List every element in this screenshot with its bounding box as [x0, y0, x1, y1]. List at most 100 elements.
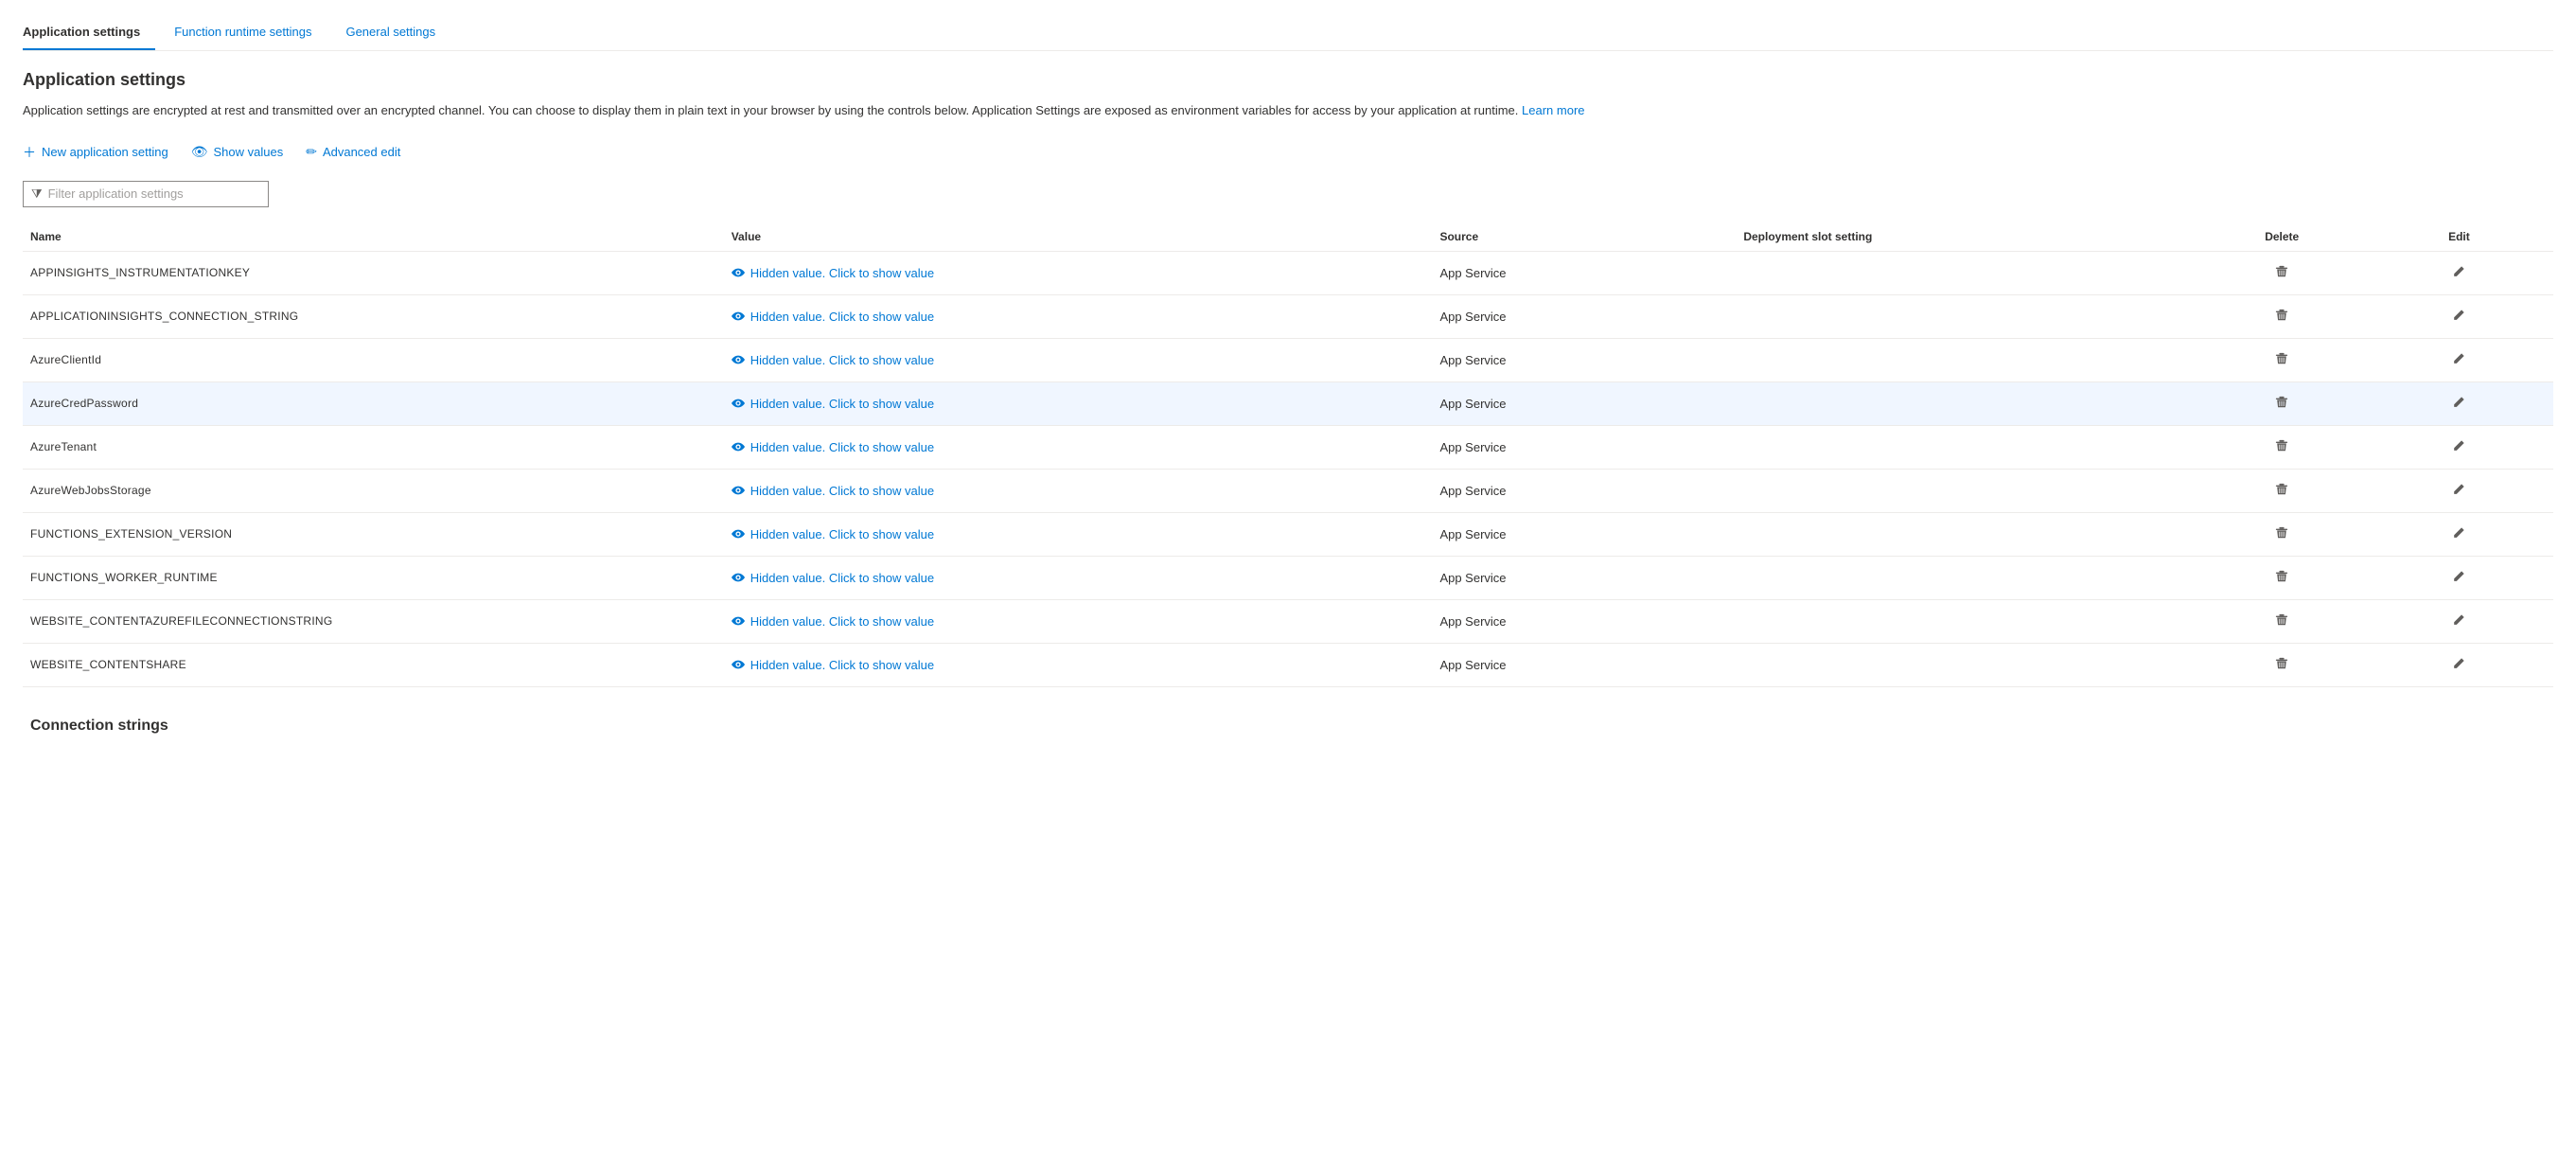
plus-icon: ＋	[23, 143, 36, 162]
setting-edit[interactable]	[2376, 643, 2553, 686]
delete-button[interactable]	[2269, 479, 2294, 503]
filter-icon: ⧩	[31, 186, 43, 202]
tab-general-settings[interactable]: General settings	[345, 15, 450, 50]
delete-button[interactable]	[2269, 610, 2294, 633]
edit-button[interactable]	[2446, 523, 2471, 546]
setting-name: AzureWebJobsStorage	[23, 469, 732, 512]
setting-source: App Service	[1439, 643, 1743, 686]
show-value-link[interactable]: Hidden value. Click to show value	[732, 614, 1429, 629]
delete-button[interactable]	[2269, 261, 2294, 285]
filter-container: ⧩	[23, 181, 2553, 207]
setting-name: AzureTenant	[23, 425, 732, 469]
edit-pencil-icon	[2452, 439, 2465, 452]
advanced-edit-button[interactable]: ✏ Advanced edit	[306, 140, 400, 164]
edit-pencil-icon	[2452, 309, 2465, 322]
tab-function-runtime-settings[interactable]: Function runtime settings	[174, 15, 326, 50]
table-row: AzureWebJobsStorage Hidden value. Click …	[23, 469, 2553, 512]
show-value-link[interactable]: Hidden value. Click to show value	[732, 440, 1429, 454]
eye-icon	[732, 658, 745, 671]
learn-more-link[interactable]: Learn more	[1522, 103, 1584, 117]
setting-edit[interactable]	[2376, 251, 2553, 294]
setting-slot	[1743, 643, 2198, 686]
filter-input-wrapper: ⧩	[23, 181, 269, 207]
connection-strings-header: Connection strings	[23, 710, 2553, 738]
setting-source: App Service	[1439, 469, 1743, 512]
trash-icon	[2275, 613, 2288, 627]
delete-button[interactable]	[2269, 435, 2294, 459]
show-value-link[interactable]: Hidden value. Click to show value	[732, 397, 1429, 411]
delete-button[interactable]	[2269, 653, 2294, 677]
trash-icon	[2275, 570, 2288, 583]
setting-edit[interactable]	[2376, 469, 2553, 512]
setting-edit[interactable]	[2376, 338, 2553, 381]
setting-delete[interactable]	[2199, 425, 2376, 469]
setting-edit[interactable]	[2376, 294, 2553, 338]
edit-button[interactable]	[2446, 566, 2471, 590]
setting-value[interactable]: Hidden value. Click to show value	[732, 425, 1440, 469]
delete-button[interactable]	[2269, 392, 2294, 416]
setting-delete[interactable]	[2199, 556, 2376, 599]
setting-slot	[1743, 381, 2198, 425]
show-value-link[interactable]: Hidden value. Click to show value	[732, 571, 1429, 585]
delete-button[interactable]	[2269, 305, 2294, 328]
eye-icon	[732, 266, 745, 279]
setting-delete[interactable]	[2199, 469, 2376, 512]
show-value-link[interactable]: Hidden value. Click to show value	[732, 484, 1429, 498]
show-value-link[interactable]: Hidden value. Click to show value	[732, 353, 1429, 367]
setting-delete[interactable]	[2199, 294, 2376, 338]
setting-value[interactable]: Hidden value. Click to show value	[732, 294, 1440, 338]
setting-slot	[1743, 556, 2198, 599]
table-row: FUNCTIONS_WORKER_RUNTIME Hidden value. C…	[23, 556, 2553, 599]
setting-delete[interactable]	[2199, 512, 2376, 556]
show-value-link[interactable]: Hidden value. Click to show value	[732, 310, 1429, 324]
edit-button[interactable]	[2446, 653, 2471, 677]
setting-value[interactable]: Hidden value. Click to show value	[732, 251, 1440, 294]
setting-edit[interactable]	[2376, 512, 2553, 556]
show-value-link[interactable]: Hidden value. Click to show value	[732, 266, 1429, 280]
setting-edit[interactable]	[2376, 599, 2553, 643]
setting-delete[interactable]	[2199, 643, 2376, 686]
show-values-button[interactable]: 👁 Show values	[191, 140, 284, 164]
setting-slot	[1743, 338, 2198, 381]
setting-value[interactable]: Hidden value. Click to show value	[732, 512, 1440, 556]
setting-value[interactable]: Hidden value. Click to show value	[732, 469, 1440, 512]
setting-delete[interactable]	[2199, 599, 2376, 643]
edit-button[interactable]	[2446, 479, 2471, 503]
page-title: Application settings	[23, 70, 2553, 90]
setting-value[interactable]: Hidden value. Click to show value	[732, 599, 1440, 643]
edit-button[interactable]	[2446, 610, 2471, 633]
table-row: APPINSIGHTS_INSTRUMENTATIONKEY Hidden va…	[23, 251, 2553, 294]
delete-button[interactable]	[2269, 566, 2294, 590]
show-value-link[interactable]: Hidden value. Click to show value	[732, 658, 1429, 672]
setting-value[interactable]: Hidden value. Click to show value	[732, 338, 1440, 381]
setting-name: WEBSITE_CONTENTAZUREFILECONNECTIONSTRING	[23, 599, 732, 643]
setting-delete[interactable]	[2199, 251, 2376, 294]
setting-edit[interactable]	[2376, 381, 2553, 425]
eye-icon: 👁	[191, 144, 208, 160]
setting-delete[interactable]	[2199, 381, 2376, 425]
setting-value[interactable]: Hidden value. Click to show value	[732, 381, 1440, 425]
edit-pencil-icon	[2452, 483, 2465, 496]
new-application-setting-button[interactable]: ＋ New application setting	[23, 139, 168, 166]
edit-button[interactable]	[2446, 261, 2471, 285]
setting-edit[interactable]	[2376, 556, 2553, 599]
trash-icon	[2275, 396, 2288, 409]
setting-value[interactable]: Hidden value. Click to show value	[732, 643, 1440, 686]
setting-delete[interactable]	[2199, 338, 2376, 381]
setting-edit[interactable]	[2376, 425, 2553, 469]
edit-pencil-icon	[2452, 613, 2465, 627]
setting-name: APPINSIGHTS_INSTRUMENTATIONKEY	[23, 251, 732, 294]
delete-button[interactable]	[2269, 523, 2294, 546]
edit-button[interactable]	[2446, 435, 2471, 459]
tab-application-settings[interactable]: Application settings	[23, 15, 155, 50]
toolbar: ＋ New application setting 👁 Show values …	[23, 139, 2553, 166]
setting-value[interactable]: Hidden value. Click to show value	[732, 556, 1440, 599]
table-row: WEBSITE_CONTENTSHARE Hidden value. Click…	[23, 643, 2553, 686]
show-value-link[interactable]: Hidden value. Click to show value	[732, 527, 1429, 541]
edit-button[interactable]	[2446, 348, 2471, 372]
edit-button[interactable]	[2446, 305, 2471, 328]
column-header-delete: Delete	[2199, 222, 2376, 252]
filter-application-settings-input[interactable]	[48, 186, 260, 201]
edit-button[interactable]	[2446, 392, 2471, 416]
delete-button[interactable]	[2269, 348, 2294, 372]
